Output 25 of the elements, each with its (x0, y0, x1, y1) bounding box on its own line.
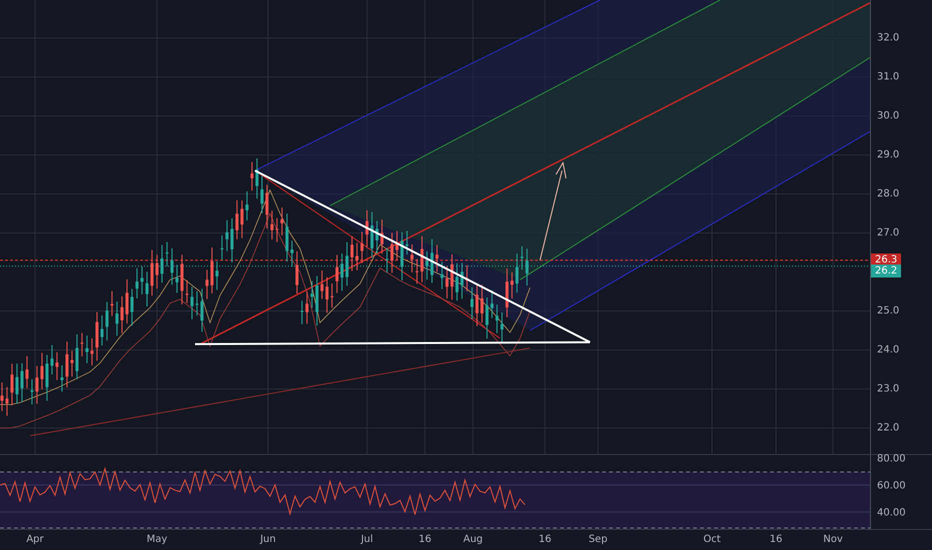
price-label: 23.0 (877, 384, 900, 394)
time-label: Apr (26, 534, 44, 545)
time-label: May (146, 534, 168, 545)
rsi-label: 60.00 (877, 480, 906, 492)
price-label: 32.0 (877, 32, 900, 44)
price-label: 30.0 (877, 110, 900, 122)
price-label: 31.0 (877, 72, 900, 82)
time-label: 16 (770, 534, 782, 545)
rsi-label: 80.00 (877, 454, 906, 464)
time-label: 16 (418, 534, 432, 545)
price-label: 25.0 (877, 306, 900, 316)
time-label: Aug (463, 534, 483, 545)
time-label: Nov (823, 534, 843, 545)
time-label: Jul (360, 534, 374, 545)
price-label: 22.0 (877, 422, 900, 434)
price-label: 28.0 (877, 188, 900, 200)
price-label: 24.0 (877, 344, 900, 356)
time-label: Sep (588, 534, 608, 545)
price-tag: 26.2 (871, 264, 902, 278)
time-label: Oct (703, 534, 721, 545)
time-label: Jun (260, 534, 276, 545)
rsi-label: 40.00 (877, 508, 906, 518)
price-label: 29.0 (877, 150, 900, 160)
time-label: 16 (538, 534, 552, 545)
price-label: 27.0 (877, 228, 900, 238)
